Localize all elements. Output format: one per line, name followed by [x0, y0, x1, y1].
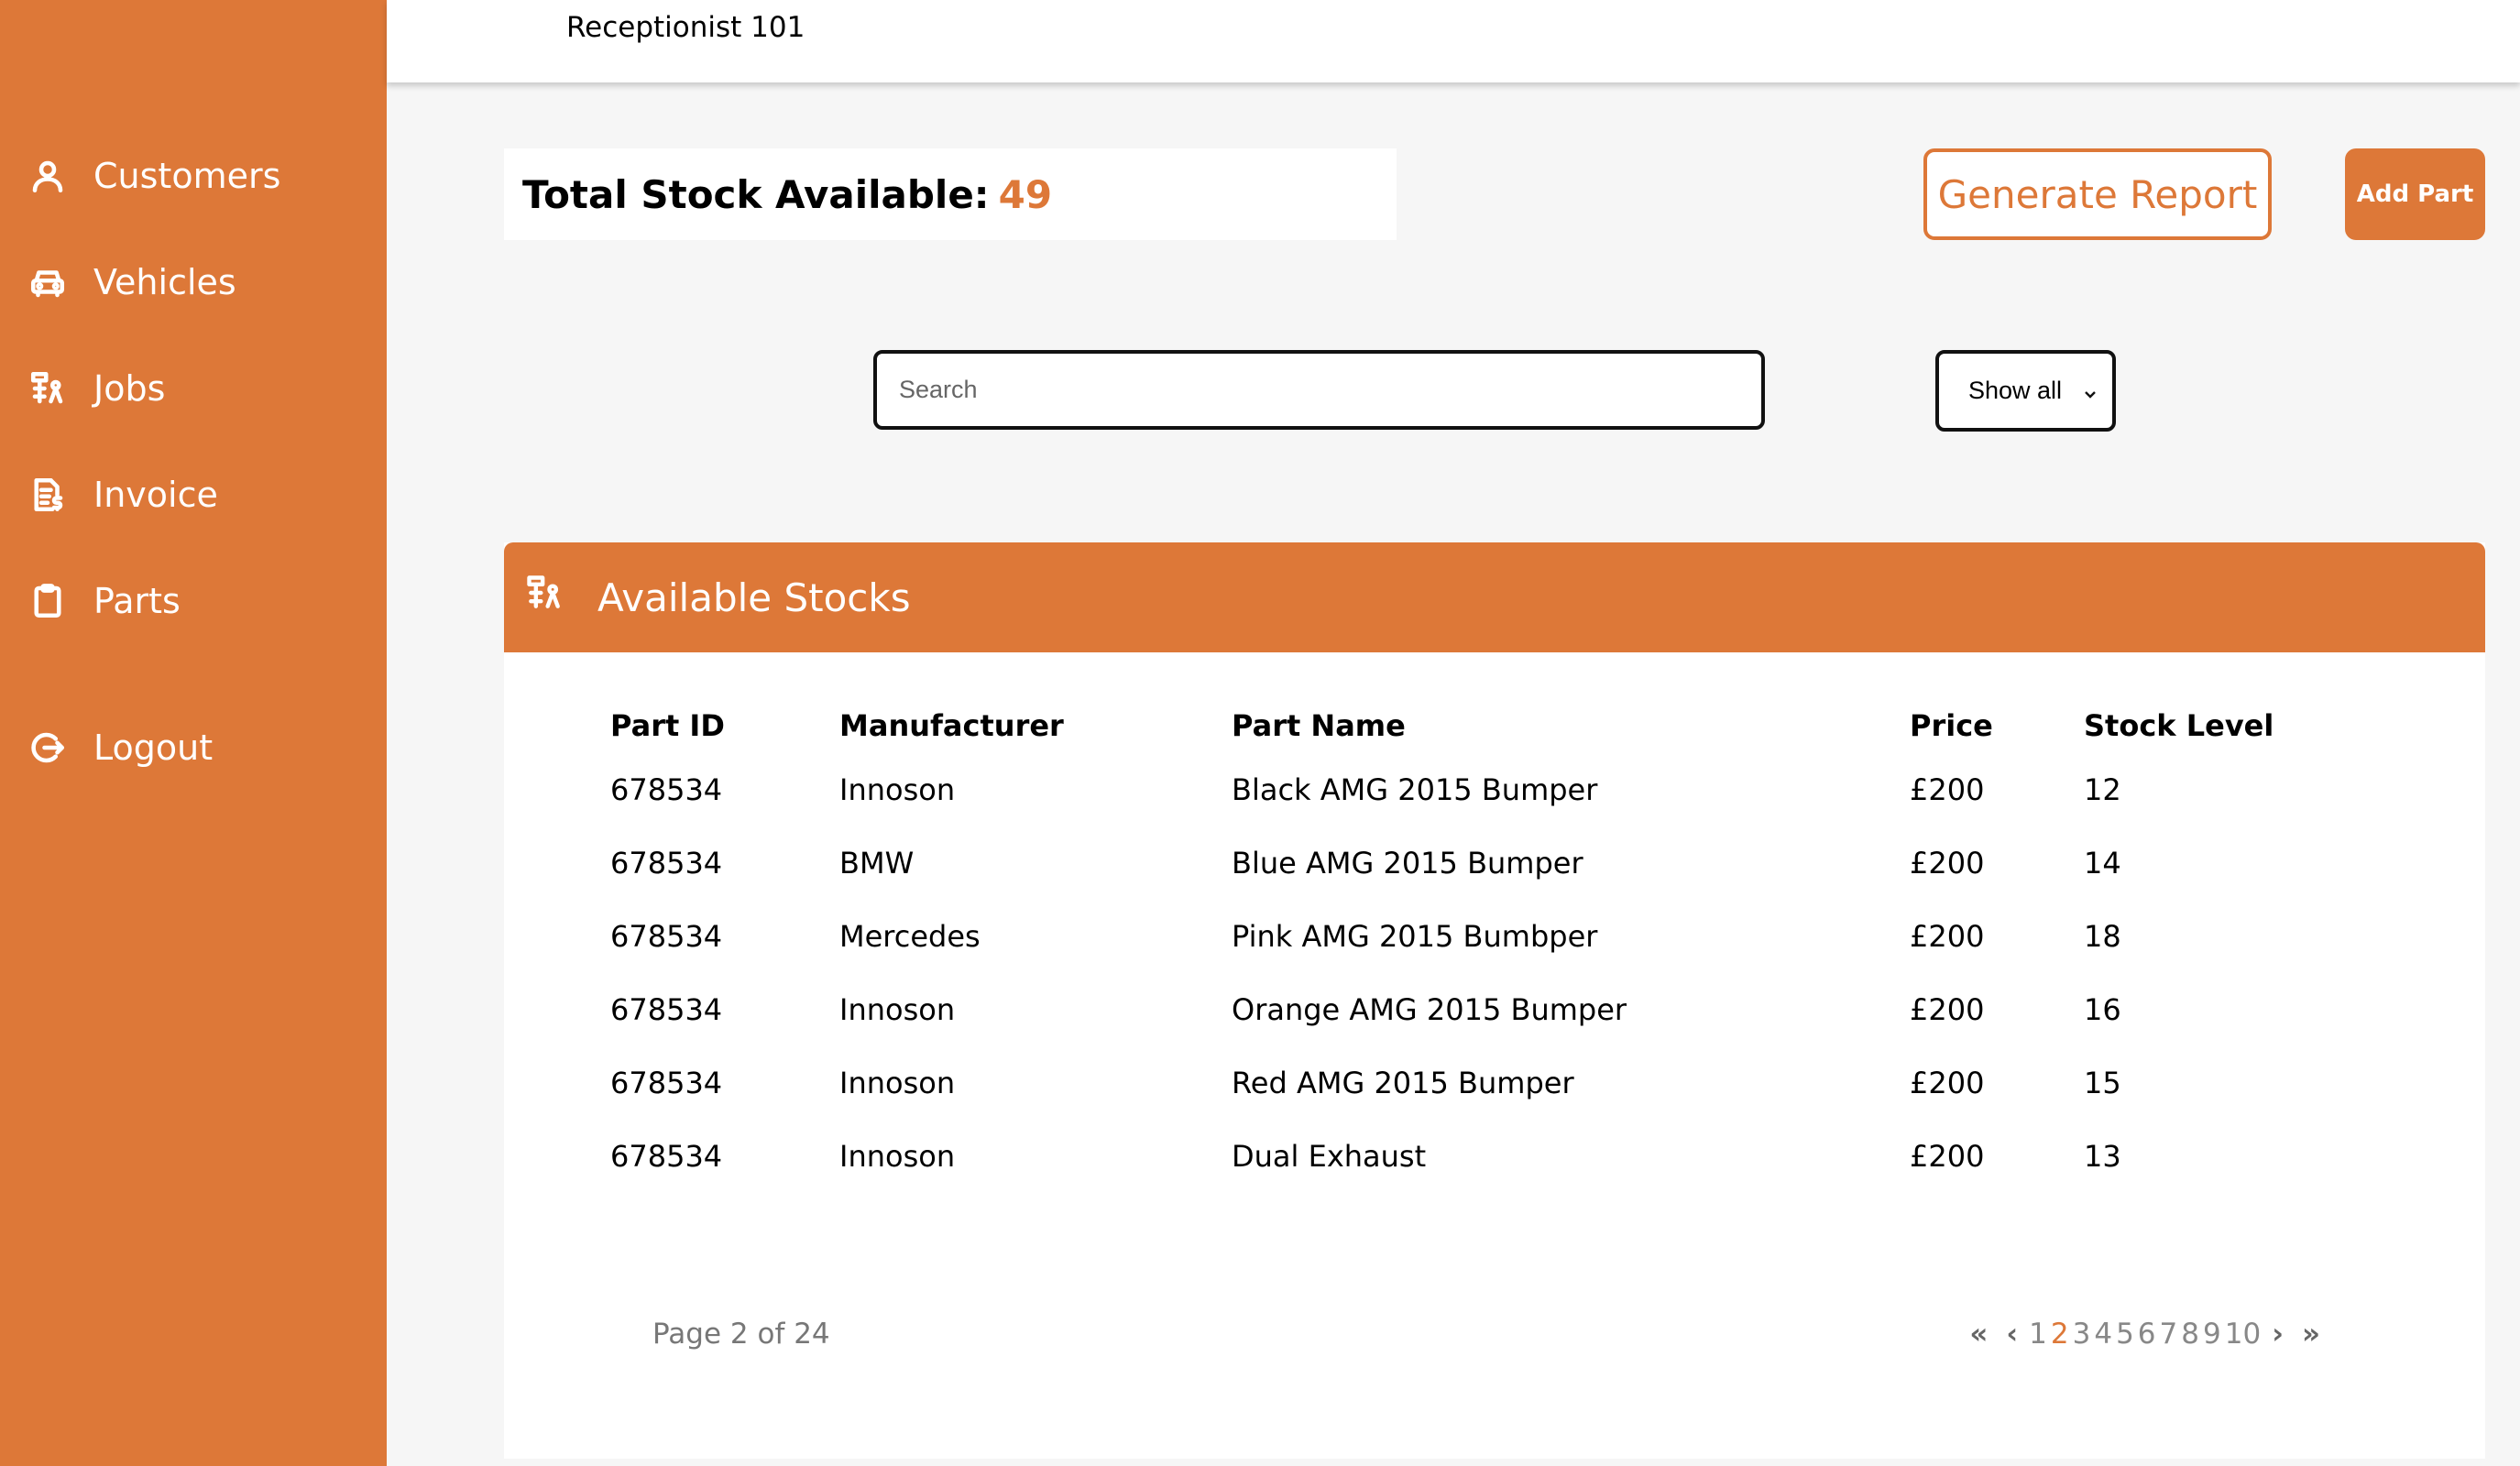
table-row[interactable]: 678534 Innoson Dual Exhaust £200 13 [610, 1120, 2322, 1193]
cell-part-name: Red AMG 2015 Bumper [1232, 1066, 1574, 1100]
cell-stock-level: 12 [2084, 772, 2121, 807]
next-page-button[interactable]: › [2272, 1318, 2284, 1351]
cell-part-id: 678534 [610, 772, 723, 807]
generate-report-button[interactable]: Generate Report [1923, 148, 2272, 240]
cell-stock-level: 13 [2084, 1139, 2121, 1174]
cell-part-id: 678534 [610, 992, 723, 1027]
page-2-link-current[interactable]: 2 [2051, 1318, 2069, 1351]
page-1-link[interactable]: 1 [2029, 1318, 2047, 1351]
cell-part-name: Blue AMG 2015 Bumper [1232, 846, 1583, 881]
logout-button[interactable]: Logout [27, 728, 213, 768]
cell-part-id: 678534 [610, 1139, 723, 1174]
user-icon [27, 156, 68, 196]
cell-part-id: 678534 [610, 919, 723, 954]
user-name: Receptionist 101 [566, 11, 805, 44]
column-header[interactable]: Part ID [610, 698, 839, 753]
cell-part-id: 678534 [610, 846, 723, 881]
cell-stock-level: 15 [2084, 1066, 2121, 1100]
page-6-link[interactable]: 6 [2138, 1318, 2156, 1351]
page-4-link[interactable]: 4 [2094, 1318, 2112, 1351]
available-stocks-panel: Available Stocks Part ID Manufacturer Pa… [504, 542, 2485, 1459]
cell-manufacturer: Innoson [839, 1139, 956, 1174]
table-row[interactable]: 678534 Innoson Black AMG 2015 Bumper £20… [610, 753, 2322, 826]
stock-table: Part ID Manufacturer Part Name Price Sto… [610, 698, 2322, 1193]
logout-label: Logout [93, 728, 214, 768]
cell-part-name: Orange AMG 2015 Bumper [1232, 992, 1627, 1027]
table-row[interactable]: 678534 Innoson Red AMG 2015 Bumper £200 … [610, 1046, 2322, 1120]
chevron-down-icon [2081, 381, 2099, 399]
page-10-link[interactable]: 10 [2225, 1318, 2261, 1351]
cell-stock-level: 18 [2084, 919, 2121, 954]
cell-price: £200 [1910, 846, 1985, 881]
clipboard-icon [27, 581, 68, 621]
total-stock-label: Total Stock Available: [522, 171, 990, 217]
page-7-link[interactable]: 7 [2160, 1318, 2178, 1351]
pagination: « ‹ 1 2 3 4 5 6 7 8 9 10 › » [1960, 1318, 2329, 1351]
cell-stock-level: 14 [2084, 846, 2121, 881]
column-header[interactable]: Part Name [1232, 698, 1910, 753]
sidebar-item-jobs[interactable]: Jobs [27, 368, 165, 409]
cell-stock-level: 16 [2084, 992, 2121, 1027]
sidebar-item-label: Invoice [93, 475, 218, 515]
filter-select[interactable]: Show all [1935, 350, 2116, 432]
sidebar-item-label: Vehicles [93, 262, 236, 302]
table-row[interactable]: 678534 Mercedes Pink AMG 2015 Bumbper £2… [610, 900, 2322, 973]
jobs-icon [524, 573, 597, 622]
cell-price: £200 [1910, 919, 1985, 954]
prev-page-button[interactable]: ‹ [2006, 1318, 2018, 1351]
add-part-button[interactable]: Add Part [2345, 148, 2485, 240]
cell-manufacturer: Innoson [839, 772, 956, 807]
total-stock-value: 49 [998, 171, 1053, 217]
column-header[interactable]: Price [1910, 698, 2084, 753]
column-header[interactable]: Manufacturer [839, 698, 1232, 753]
sidebar-item-parts[interactable]: Parts [27, 581, 181, 621]
column-header[interactable]: Stock Level [2084, 698, 2322, 753]
cell-part-name: Black AMG 2015 Bumper [1232, 772, 1598, 807]
cell-part-id: 678534 [610, 1066, 723, 1100]
sidebar-item-label: Customers [93, 156, 281, 196]
logout-icon [27, 728, 68, 768]
page-9-link[interactable]: 9 [2203, 1318, 2221, 1351]
invoice-icon [27, 475, 68, 515]
cell-part-name: Pink AMG 2015 Bumbper [1232, 919, 1598, 954]
cell-manufacturer: Innoson [839, 992, 956, 1027]
car-icon [27, 262, 68, 302]
filter-selected-value: Show all [1968, 377, 2063, 404]
page-3-link[interactable]: 3 [2073, 1318, 2091, 1351]
total-stock-summary: Total Stock Available: 49 [504, 148, 1397, 240]
cell-price: £200 [1910, 1139, 1985, 1174]
table-row[interactable]: 678534 BMW Blue AMG 2015 Bumper £200 14 [610, 826, 2322, 900]
jobs-icon [27, 368, 68, 409]
page-8-link[interactable]: 8 [2181, 1318, 2199, 1351]
sidebar-item-label: Jobs [93, 368, 166, 409]
last-page-button[interactable]: » [2302, 1318, 2320, 1351]
first-page-button[interactable]: « [1969, 1318, 1988, 1351]
sidebar: Customers Vehicles Jobs Invoice Parts Lo… [0, 0, 387, 1466]
sidebar-item-vehicles[interactable]: Vehicles [27, 262, 236, 302]
search-input[interactable] [873, 350, 1765, 430]
cell-manufacturer: Mercedes [839, 919, 981, 954]
cell-price: £200 [1910, 992, 1985, 1027]
cell-price: £200 [1910, 1066, 1985, 1100]
panel-title: Available Stocks [597, 574, 911, 620]
cell-part-name: Dual Exhaust [1232, 1139, 1427, 1174]
cell-manufacturer: Innoson [839, 1066, 956, 1100]
panel-header: Available Stocks [504, 542, 2485, 652]
table-row[interactable]: 678534 Innoson Orange AMG 2015 Bumper £2… [610, 973, 2322, 1046]
top-bar: Receptionist 101 [387, 0, 2520, 82]
sidebar-item-invoice[interactable]: Invoice [27, 475, 218, 515]
sidebar-item-customers[interactable]: Customers [27, 156, 280, 196]
page-info: Page 2 of 24 [652, 1318, 830, 1351]
page-5-link[interactable]: 5 [2116, 1318, 2134, 1351]
sidebar-item-label: Parts [93, 581, 181, 621]
cell-manufacturer: BMW [839, 846, 915, 881]
cell-price: £200 [1910, 772, 1985, 807]
table-header-row: Part ID Manufacturer Part Name Price Sto… [610, 698, 2322, 753]
